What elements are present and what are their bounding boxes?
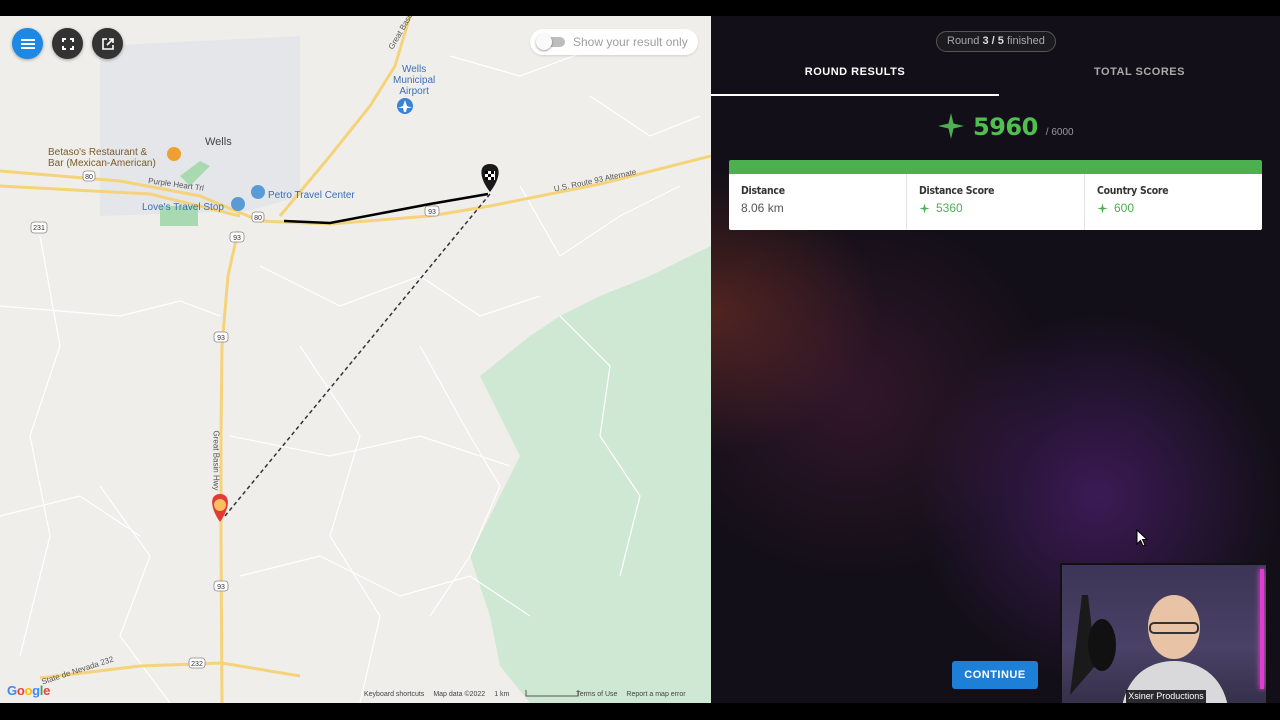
star-icon bbox=[938, 113, 964, 139]
score-value: 5960 bbox=[973, 113, 1038, 141]
map-label-petro: Petro Travel Center bbox=[268, 190, 355, 201]
distance-cell: Distance 8.06 km bbox=[729, 174, 907, 230]
google-logo-letter: G bbox=[7, 683, 17, 698]
map-label-restaurant: Betaso's Restaurant & Bar (Mexican-Ameri… bbox=[48, 147, 156, 169]
gas-station-icon bbox=[231, 197, 245, 211]
map-label-loves: Love's Travel Stop bbox=[142, 202, 224, 213]
shield-label: 93 bbox=[233, 235, 241, 242]
round-status-badge: Round 3 / 5 finished bbox=[936, 31, 1056, 52]
bottom-letterbox bbox=[0, 703, 1280, 720]
fullscreen-icon bbox=[61, 37, 74, 50]
shield-label: 93 bbox=[217, 584, 225, 591]
country-score-value: 600 bbox=[1114, 201, 1135, 215]
map-label-airport: Wells Municipal Airport bbox=[393, 64, 436, 97]
map-attribution: Keyboard shortcuts Map data ©2022 1 km T… bbox=[364, 691, 686, 698]
country-score-label: Country Score bbox=[1097, 184, 1169, 197]
fullscreen-button[interactable] bbox=[52, 28, 83, 59]
toggle-label: Show your result only bbox=[573, 35, 688, 49]
distance-score-value: 5360 bbox=[936, 201, 963, 215]
map-label-road: Great Basin Hwy bbox=[211, 430, 221, 491]
star-icon bbox=[919, 202, 930, 214]
google-logo-letter: e bbox=[43, 683, 51, 698]
webcam-overlay: Xsiner Productions bbox=[1060, 563, 1268, 705]
star-icon bbox=[1097, 202, 1108, 214]
round-score: 5960 / 6000 bbox=[937, 112, 1074, 140]
google-logo-letter: g bbox=[32, 683, 40, 698]
continue-button[interactable]: CONTINUE bbox=[952, 661, 1038, 689]
distance-label: Distance bbox=[741, 184, 785, 197]
guess-marker-icon[interactable] bbox=[212, 494, 228, 522]
country-score-cell: Country Score 600 bbox=[1085, 174, 1262, 230]
map-canvas[interactable]: 80 231 93 93 93 80 232 93 bbox=[0, 16, 711, 703]
mountain-area bbox=[470, 246, 711, 703]
mouse-cursor-icon bbox=[1136, 529, 1148, 547]
scale-label: 1 km bbox=[494, 691, 510, 698]
shield-label: 93 bbox=[217, 335, 225, 342]
score-breakdown-card: Distance 8.06 km Distance Score 5360 Cou… bbox=[729, 160, 1262, 230]
map-data-credit: Map data ©2022 bbox=[433, 691, 486, 698]
top-letterbox bbox=[0, 0, 1280, 16]
report-error-link[interactable]: Report a map error bbox=[626, 691, 685, 698]
google-logo-letter: o bbox=[24, 683, 33, 698]
correct-location-flag-icon[interactable] bbox=[481, 164, 499, 192]
distance-value: 8.06 km bbox=[741, 201, 784, 215]
map-label-town: Wells bbox=[205, 136, 232, 148]
shield-label: 80 bbox=[254, 215, 262, 222]
tab-total-scores[interactable]: TOTAL SCORES bbox=[999, 66, 1280, 96]
menu-button[interactable] bbox=[12, 28, 43, 59]
score-max: / 6000 bbox=[1045, 127, 1074, 138]
distance-score-label: Distance Score bbox=[919, 184, 995, 197]
open-external-button[interactable] bbox=[92, 28, 123, 59]
shield-label: 232 bbox=[191, 661, 203, 668]
toggle-switch[interactable] bbox=[536, 34, 565, 50]
keyboard-shortcuts-link[interactable]: Keyboard shortcuts bbox=[364, 691, 424, 698]
shield-label: 80 bbox=[85, 174, 93, 181]
external-link-icon bbox=[101, 37, 114, 50]
google-logo: Google bbox=[7, 683, 50, 698]
restaurant-icon bbox=[167, 147, 181, 161]
streamer-name: Xsiner Productions bbox=[1126, 690, 1206, 703]
distance-line bbox=[224, 193, 491, 517]
show-result-only-toggle[interactable]: Show your result only bbox=[530, 29, 698, 55]
streamer-silhouette bbox=[1070, 595, 1228, 703]
hamburger-icon bbox=[20, 38, 35, 49]
shield-label: 231 bbox=[33, 225, 45, 232]
terms-link[interactable]: Terms of Use bbox=[576, 691, 617, 698]
game-window: 80 231 93 93 93 80 232 93 Wells Wells Mu… bbox=[0, 0, 1280, 720]
distance-score-cell: Distance Score 5360 bbox=[907, 174, 1085, 230]
shield-label: 93 bbox=[428, 209, 436, 216]
result-map[interactable]: 80 231 93 93 93 80 232 93 Wells Wells Mu… bbox=[0, 16, 711, 703]
gas-station-icon bbox=[251, 185, 265, 199]
tab-round-results[interactable]: ROUND RESULTS bbox=[711, 66, 999, 96]
